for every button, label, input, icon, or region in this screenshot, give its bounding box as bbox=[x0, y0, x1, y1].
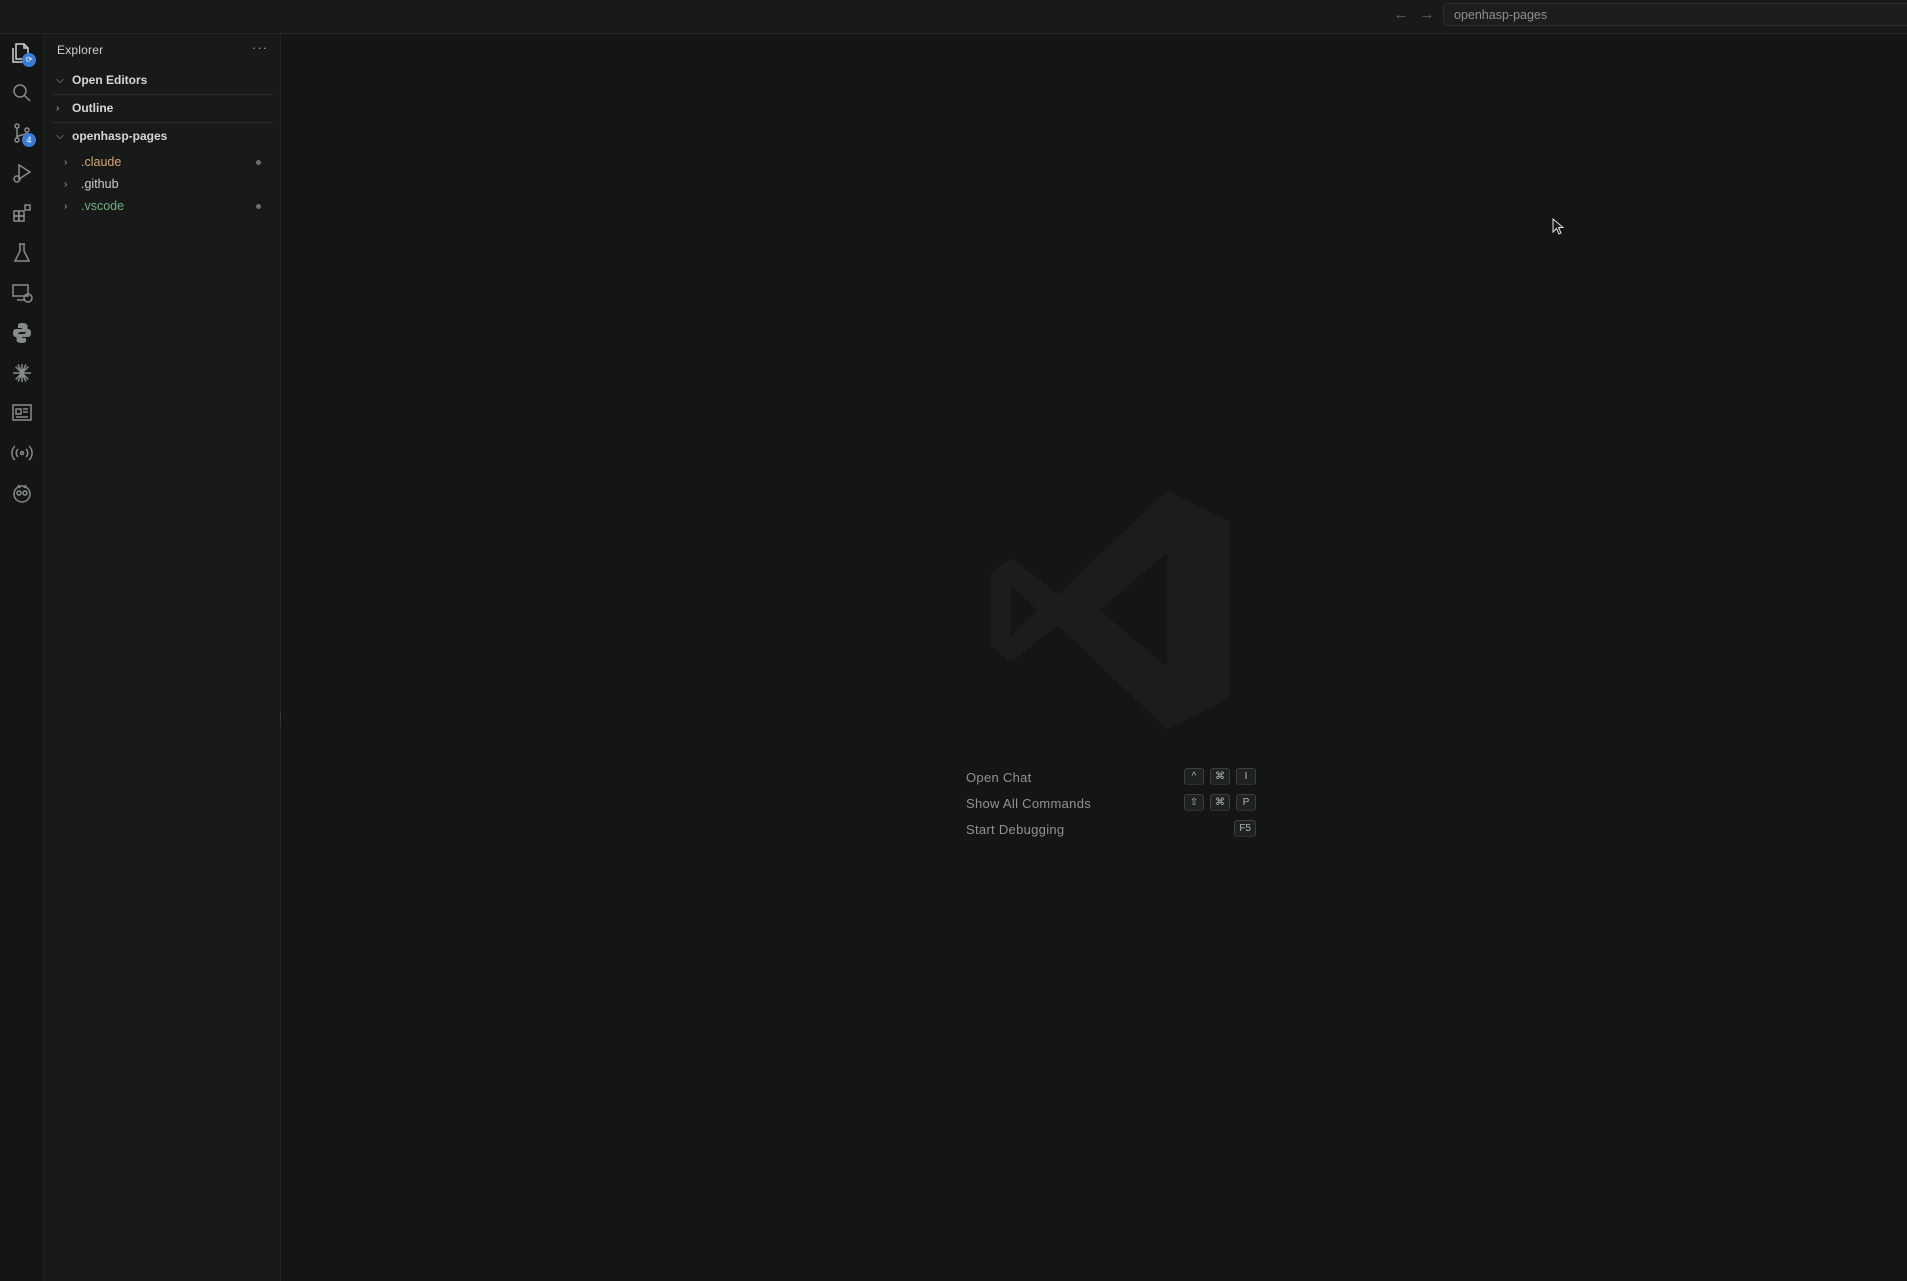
workspace-section[interactable]: ⌵ openhasp-pages bbox=[52, 125, 273, 147]
shortcut-label: Show All Commands bbox=[966, 795, 1092, 811]
section-divider bbox=[52, 122, 273, 123]
editor-area: Open Chat ^ ⌘ I Show All Commands ⇧ ⌘ P … bbox=[284, 34, 1907, 1281]
source-control-badge: 4 bbox=[22, 133, 36, 147]
broadcast-icon[interactable] bbox=[4, 436, 40, 470]
show-all-commands-shortcut[interactable]: Show All Commands ⇧ ⌘ P bbox=[966, 790, 1256, 816]
outline-label: Outline bbox=[72, 101, 114, 115]
more-actions-icon[interactable]: ··· bbox=[252, 40, 268, 55]
modified-dot-icon bbox=[256, 160, 261, 165]
tree-item-label: .vscode bbox=[81, 199, 125, 213]
title-bar: ← → openhasp-pages bbox=[0, 0, 1907, 34]
shortcut-keys: F5 bbox=[1234, 820, 1256, 837]
command-center-search[interactable]: openhasp-pages bbox=[1443, 3, 1907, 26]
tree-item-label: .github bbox=[81, 177, 119, 191]
sidebar-title: Explorer bbox=[57, 43, 104, 57]
claude-icon[interactable] bbox=[4, 356, 40, 390]
tree-item-label: .claude bbox=[81, 155, 122, 169]
open-chat-shortcut[interactable]: Open Chat ^ ⌘ I bbox=[966, 764, 1256, 790]
platformio-icon[interactable] bbox=[4, 476, 40, 510]
search-icon[interactable] bbox=[4, 76, 40, 110]
key-cap: I bbox=[1236, 768, 1256, 785]
open-editors-section[interactable]: ⌵ Open Editors bbox=[52, 69, 273, 91]
chevron-right-icon: › bbox=[56, 102, 60, 114]
forward-arrow-icon[interactable]: → bbox=[1417, 5, 1437, 25]
welcome-shortcuts: Open Chat ^ ⌘ I Show All Commands ⇧ ⌘ P … bbox=[966, 764, 1256, 842]
chevron-down-icon: ⌵ bbox=[56, 130, 64, 142]
remote-explorer-icon[interactable] bbox=[4, 276, 40, 310]
modified-dot-icon bbox=[256, 204, 261, 209]
key-cap: P bbox=[1236, 794, 1256, 811]
outline-panel-icon[interactable] bbox=[4, 396, 40, 430]
explorer-sync-badge: ⟳ bbox=[22, 53, 36, 67]
shortcut-keys: ^ ⌘ I bbox=[1184, 768, 1256, 785]
shortcut-label: Start Debugging bbox=[966, 821, 1065, 837]
start-debugging-shortcut[interactable]: Start Debugging F5 bbox=[966, 816, 1256, 842]
extensions-icon[interactable] bbox=[4, 196, 40, 230]
shortcut-keys: ⇧ ⌘ P bbox=[1184, 794, 1256, 811]
chevron-right-icon: › bbox=[64, 200, 68, 212]
sidebar-resize-handle[interactable] bbox=[280, 712, 282, 726]
chevron-down-icon: ⌵ bbox=[56, 74, 64, 86]
open-editors-label: Open Editors bbox=[72, 73, 148, 87]
vscode-logo-watermark-icon bbox=[990, 490, 1230, 730]
tree-item-vscode[interactable]: › .vscode bbox=[58, 195, 273, 217]
testing-icon[interactable] bbox=[4, 236, 40, 270]
chevron-right-icon: › bbox=[64, 178, 68, 190]
mouse-pointer-icon bbox=[1552, 218, 1565, 235]
explorer-icon[interactable]: ⟳ bbox=[4, 36, 40, 70]
outline-section[interactable]: › Outline bbox=[52, 97, 273, 119]
shortcut-label: Open Chat bbox=[966, 769, 1032, 785]
key-cap: F5 bbox=[1234, 820, 1256, 837]
command-center-label: openhasp-pages bbox=[1454, 8, 1548, 22]
back-arrow-icon[interactable]: ← bbox=[1391, 5, 1411, 25]
key-cap: ⇧ bbox=[1184, 794, 1204, 811]
workspace-label: openhasp-pages bbox=[72, 129, 168, 143]
key-cap: ⌘ bbox=[1210, 794, 1230, 811]
section-divider bbox=[52, 94, 273, 95]
python-icon[interactable] bbox=[4, 316, 40, 350]
source-control-icon[interactable]: 4 bbox=[4, 116, 40, 150]
tree-item-claude[interactable]: › .claude bbox=[58, 151, 273, 173]
explorer-sidebar: Explorer ··· ⌵ Open Editors › Outline ⌵ … bbox=[44, 34, 281, 1281]
run-debug-icon[interactable] bbox=[4, 156, 40, 190]
tree-item-github[interactable]: › .github bbox=[58, 173, 273, 195]
key-cap: ⌘ bbox=[1210, 768, 1230, 785]
activity-bar: ⟳ 4 bbox=[0, 34, 44, 1281]
key-cap: ^ bbox=[1184, 768, 1204, 785]
chevron-right-icon: › bbox=[64, 156, 68, 168]
